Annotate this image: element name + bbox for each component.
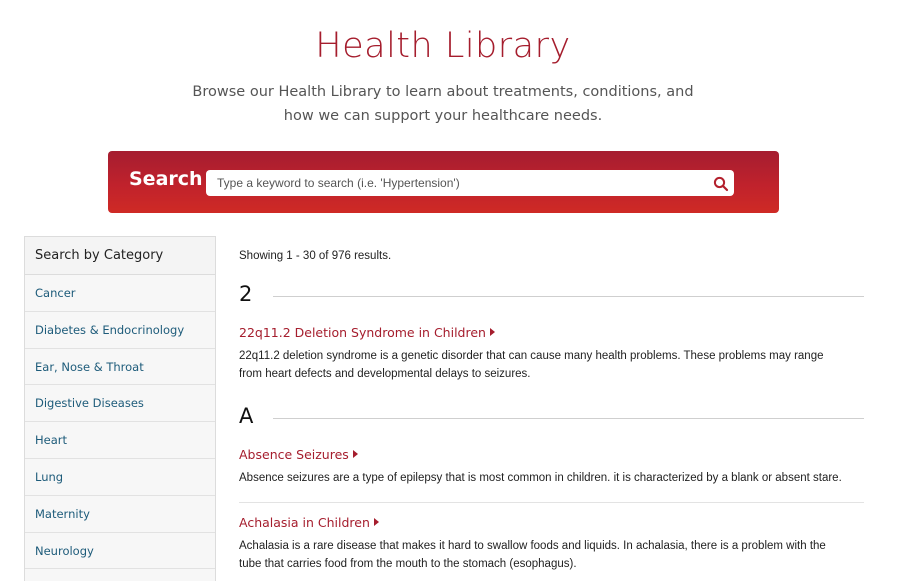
entry-description: 22q11.2 deletion syndrome is a genetic d…: [239, 350, 824, 380]
entry-title-link[interactable]: 22q11.2 Deletion Syndrome in Children: [239, 325, 495, 340]
letter-heading-2: 2: [239, 282, 864, 312]
results-count: Showing 1 - 30 of 976 results.: [239, 250, 392, 262]
letter-divider: [273, 296, 864, 297]
sidebar-item-diabetes-endocrinology[interactable]: Diabetes & Endocrinology: [25, 312, 215, 349]
search-icon[interactable]: [713, 176, 729, 192]
sidebar-heading: Search by Category: [25, 237, 215, 275]
sidebar-item-neurology[interactable]: Neurology: [25, 533, 215, 570]
entry-title-link[interactable]: Absence Seizures: [239, 447, 358, 462]
page-subtitle: Browse our Health Library to learn about…: [192, 84, 694, 124]
letter-heading-a: A: [239, 404, 864, 434]
caret-right-icon: [352, 450, 358, 458]
search-label: Search: [129, 168, 203, 190]
search-bar: Search: [108, 151, 779, 213]
letter-label: A: [239, 404, 254, 428]
entry-divider: [239, 502, 864, 503]
caret-right-icon: [373, 518, 379, 526]
sidebar-item-maternity[interactable]: Maternity: [25, 496, 215, 533]
entry-description: Achalasia is a rare disease that makes i…: [239, 540, 826, 570]
list-item: Absence Seizures Absence seizures are a …: [239, 446, 864, 488]
list-item: Achalasia in Children Achalasia is a rar…: [239, 514, 864, 573]
sidebar-item-lung[interactable]: Lung: [25, 459, 215, 496]
page-title: Health Library: [315, 26, 571, 66]
entry-description: Absence seizures are a type of epilepsy …: [239, 472, 842, 484]
list-item: 22q11.2 Deletion Syndrome in Children 22…: [239, 324, 864, 383]
caret-right-icon: [489, 328, 495, 336]
category-sidebar: Search by Category Cancer Diabetes & End…: [24, 236, 216, 581]
letter-divider: [273, 418, 864, 419]
sidebar-item-cancer[interactable]: Cancer: [25, 275, 215, 312]
search-input[interactable]: [206, 170, 734, 196]
letter-label: 2: [239, 282, 253, 306]
sidebar-item-digestive-diseases[interactable]: Digestive Diseases: [25, 385, 215, 423]
entry-title-link[interactable]: Achalasia in Children: [239, 515, 379, 530]
sidebar-item-heart[interactable]: Heart: [25, 422, 215, 459]
sidebar-item-ear-nose-throat[interactable]: Ear, Nose & Throat: [25, 349, 215, 386]
